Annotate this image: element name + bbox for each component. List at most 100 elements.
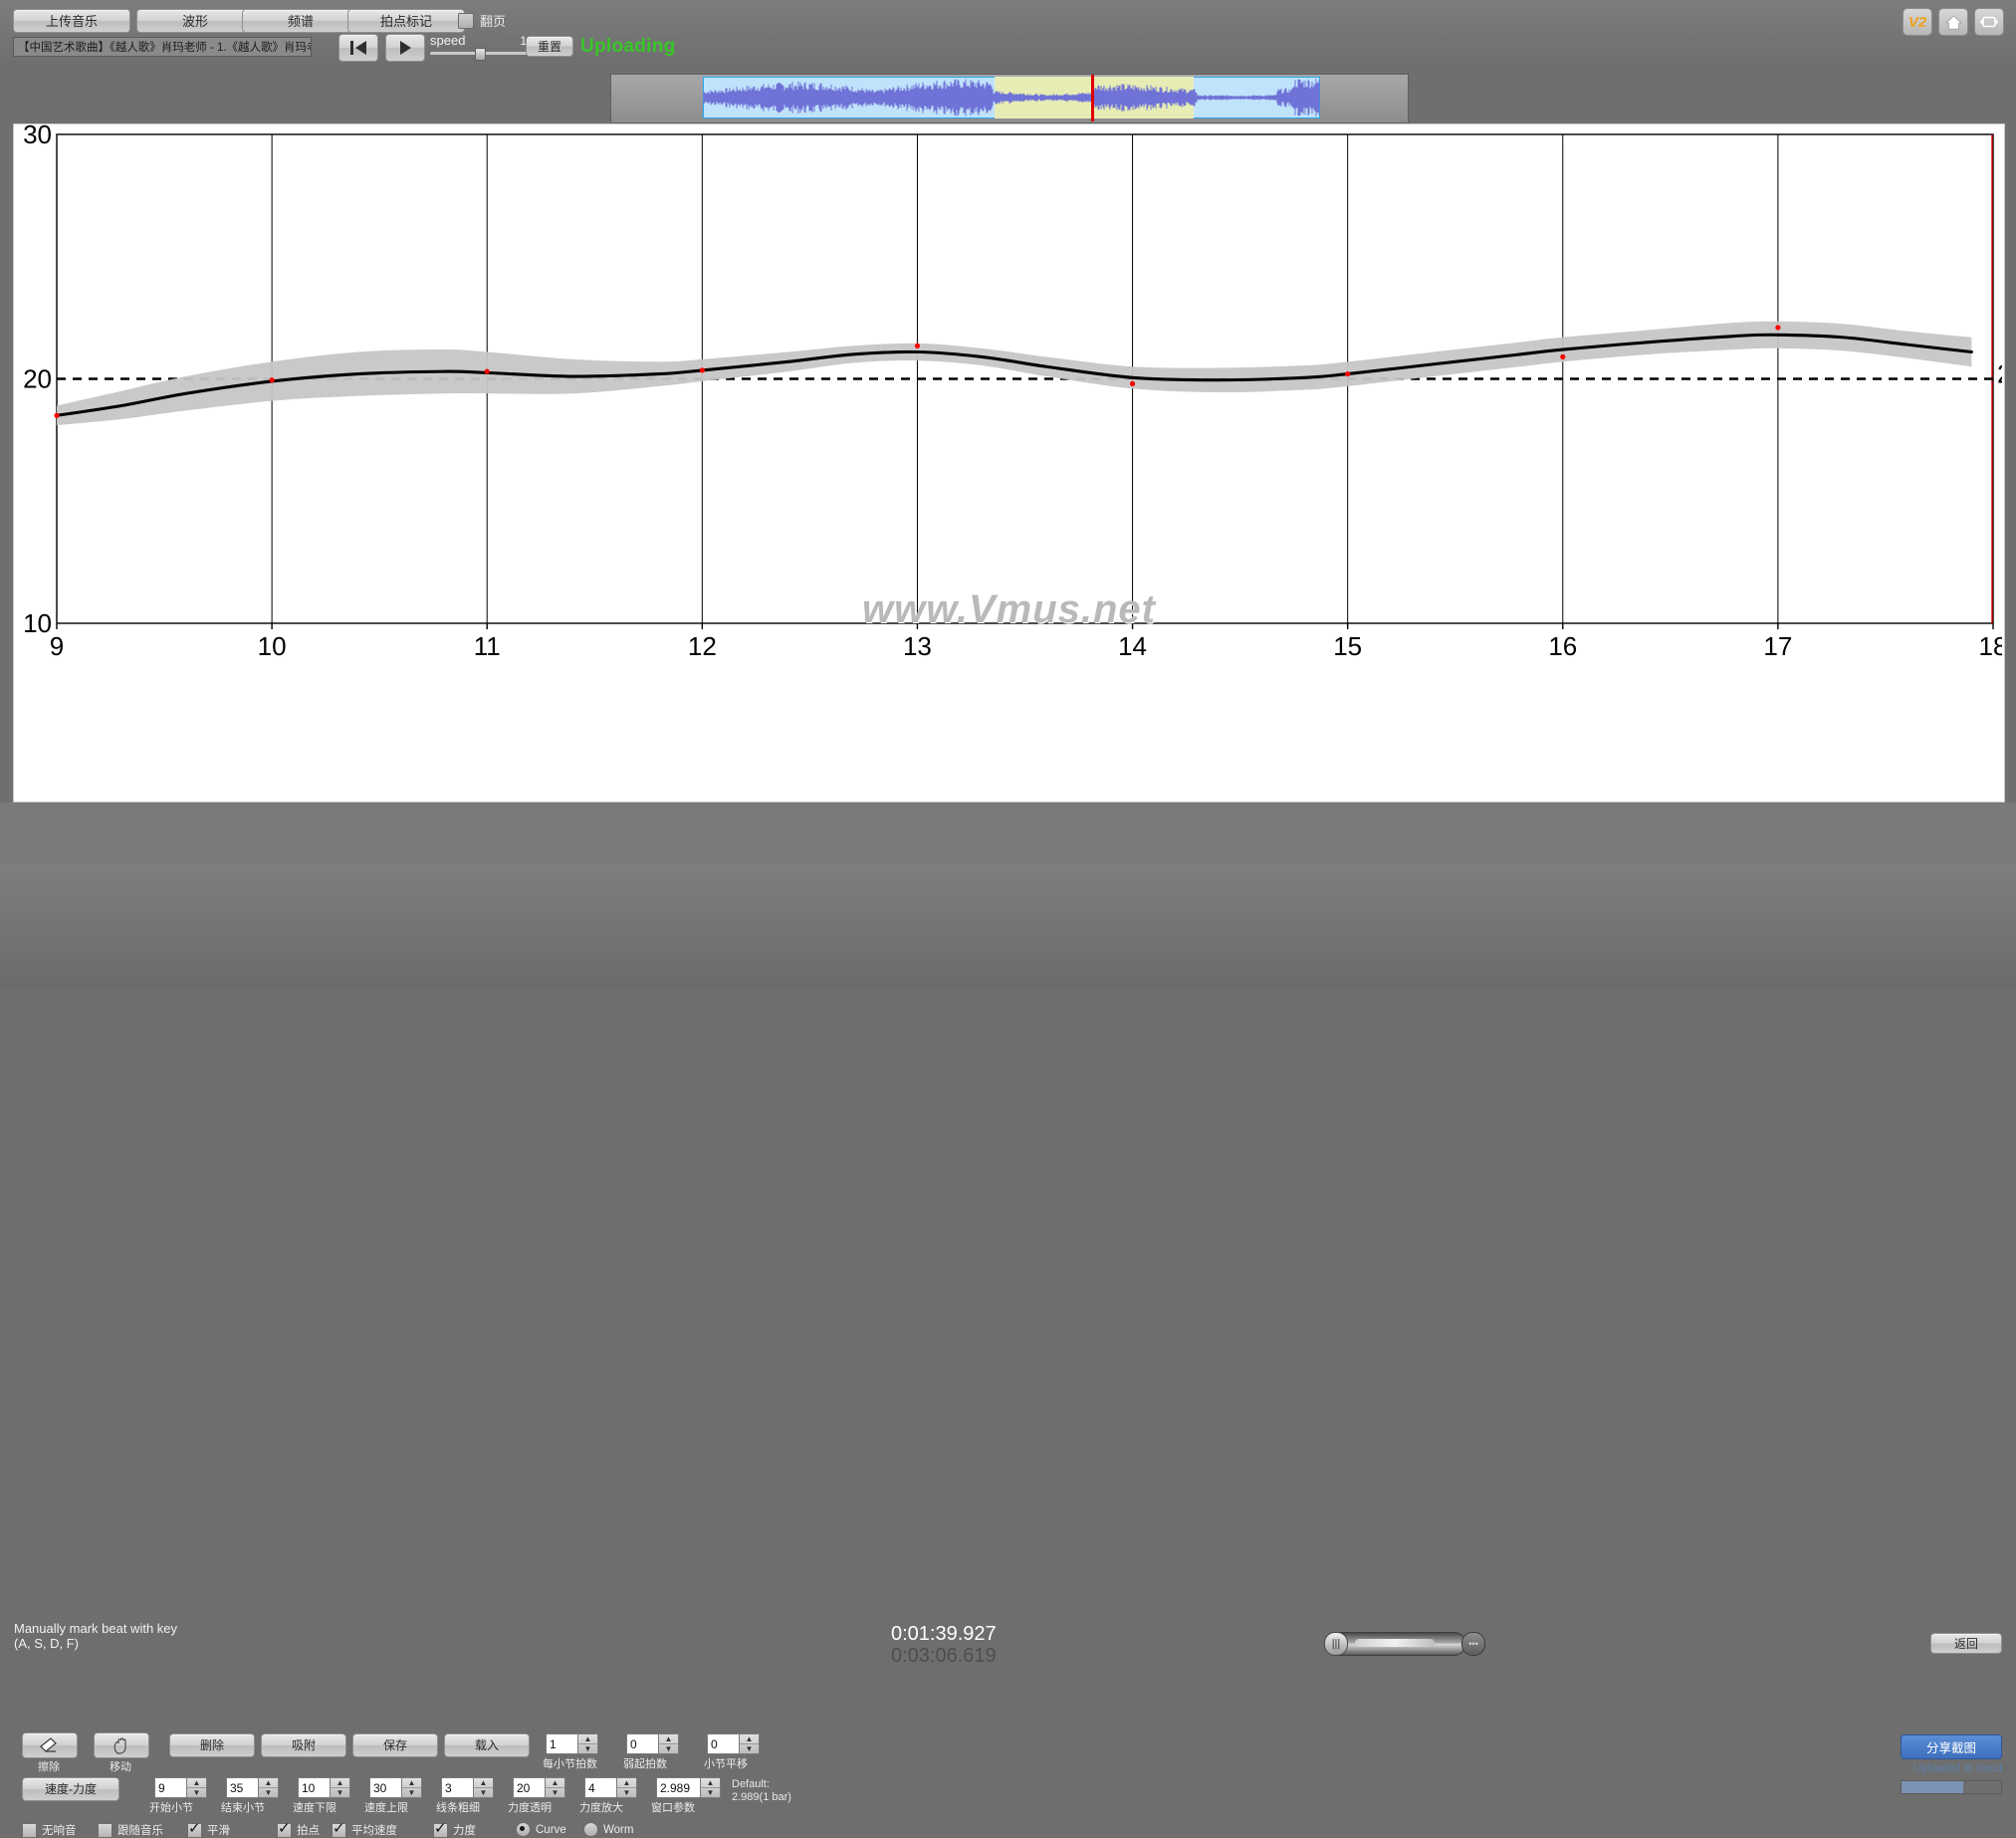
spinner-arrows[interactable]: ▲ ▼: [616, 1777, 637, 1798]
spinner-arrows[interactable]: ▲ ▼: [330, 1777, 350, 1798]
share-snapshot-button[interactable]: 分享截图: [1901, 1734, 2002, 1759]
overview-waveform[interactable]: [610, 74, 1409, 123]
spinner-value[interactable]: 30: [369, 1777, 401, 1798]
spinner-down-icon[interactable]: ▼: [331, 1788, 349, 1797]
waveform-button[interactable]: 波形: [136, 9, 254, 33]
spinner-力度放大[interactable]: 4 ▲ ▼: [584, 1777, 637, 1798]
spinner-开始小节[interactable]: 9 ▲ ▼: [154, 1777, 207, 1798]
top-toolbar: 上传音乐 波形 频谱 拍点标记 翻页 【中国艺术歌曲】《越人歌》肖玛老师 - 1…: [0, 0, 2016, 72]
spinner-down-icon[interactable]: ▼: [187, 1788, 206, 1797]
jog-wheel[interactable]: ||| •••: [1324, 1632, 1485, 1656]
spinner-up-icon[interactable]: ▲: [259, 1778, 278, 1788]
beat-marks-button[interactable]: 拍点标记: [347, 9, 465, 33]
spinner-arrows[interactable]: ▲ ▼: [658, 1733, 679, 1754]
spinner-down-icon[interactable]: ▼: [474, 1788, 493, 1797]
spinner-up-icon[interactable]: ▲: [331, 1778, 349, 1788]
spinner-value[interactable]: 9: [154, 1777, 186, 1798]
checkbox-平滑[interactable]: ✓ 平滑: [187, 1820, 230, 1838]
spinner-up-icon[interactable]: ▲: [402, 1778, 421, 1788]
fullscreen-icon[interactable]: [1974, 8, 2004, 36]
reset-button[interactable]: 重置: [526, 36, 573, 57]
spinner-up-icon[interactable]: ▲: [546, 1778, 564, 1788]
version-badge-icon[interactable]: V2: [1903, 8, 1932, 36]
tempo-dynamics-button[interactable]: 速度-力度: [22, 1777, 119, 1801]
load-button[interactable]: 载入: [444, 1733, 530, 1757]
snap-button[interactable]: 吸附: [261, 1733, 346, 1757]
spinner-value[interactable]: 1: [546, 1733, 577, 1754]
spinner-速度下限[interactable]: 10 ▲ ▼: [298, 1777, 350, 1798]
spinner-窗口参数[interactable]: 2.989 ▲ ▼: [656, 1777, 721, 1798]
spinner-arrows[interactable]: ▲ ▼: [545, 1777, 565, 1798]
spinner-value[interactable]: 0: [707, 1733, 739, 1754]
overview-playhead[interactable]: [1091, 75, 1094, 121]
radio-curve[interactable]: Curve: [516, 1822, 566, 1837]
jog-wheel-left-knob[interactable]: |||: [1324, 1632, 1348, 1656]
spinner-up-icon[interactable]: ▲: [701, 1778, 720, 1788]
spinner-速度上限[interactable]: 30 ▲ ▼: [369, 1777, 422, 1798]
spinner-label: 小节平移: [704, 1758, 748, 1770]
spinner-down-icon[interactable]: ▼: [740, 1744, 759, 1753]
upload-music-button[interactable]: 上传音乐: [13, 9, 130, 33]
spinner-down-icon[interactable]: ▼: [259, 1788, 278, 1797]
spinner-arrows[interactable]: ▲ ▼: [186, 1777, 207, 1798]
spinner-value[interactable]: 35: [226, 1777, 258, 1798]
spectrum-button[interactable]: 频谱: [242, 9, 359, 33]
spinner-线条粗细[interactable]: 3 ▲ ▼: [441, 1777, 494, 1798]
delete-button[interactable]: 删除: [169, 1733, 255, 1757]
spinner-arrows[interactable]: ▲ ▼: [700, 1777, 721, 1798]
spinner-arrows[interactable]: ▲ ▼: [739, 1733, 760, 1754]
page-turn-checkbox[interactable]: 翻页: [458, 11, 506, 30]
spinner-up-icon[interactable]: ▲: [578, 1734, 597, 1744]
back-button[interactable]: 返回: [1930, 1633, 2002, 1654]
move-tool-button[interactable]: [94, 1732, 149, 1758]
checkbox-label: 平均速度: [351, 1825, 397, 1837]
spinner-value[interactable]: 3: [441, 1777, 473, 1798]
spinner-up-icon[interactable]: ▲: [617, 1778, 636, 1788]
spinner-up-icon[interactable]: ▲: [659, 1734, 678, 1744]
save-button[interactable]: 保存: [352, 1733, 438, 1757]
spinner-value[interactable]: 2.989: [656, 1777, 700, 1798]
spinner-down-icon[interactable]: ▼: [617, 1788, 636, 1797]
spinner-每小节拍数[interactable]: 1 ▲ ▼: [546, 1733, 598, 1754]
speed-slider-knob[interactable]: [475, 48, 486, 61]
spinner-value[interactable]: 20: [513, 1777, 545, 1798]
spinner-小节平移[interactable]: 0 ▲ ▼: [707, 1733, 760, 1754]
checkbox-无响音[interactable]: 无响音: [22, 1822, 77, 1838]
spinner-arrows[interactable]: ▲ ▼: [258, 1777, 279, 1798]
spinner-up-icon[interactable]: ▲: [474, 1778, 493, 1788]
spinner-arrows[interactable]: ▲ ▼: [401, 1777, 422, 1798]
erase-tool-button[interactable]: [22, 1732, 78, 1758]
spinner-down-icon[interactable]: ▼: [659, 1744, 678, 1753]
spinner-up-icon[interactable]: ▲: [187, 1778, 206, 1788]
checkbox-拍点[interactable]: ✓ 拍点: [277, 1820, 320, 1838]
tempo-chart[interactable]: 10203020.29101112131415161718 www.Vmus.n…: [13, 123, 2005, 803]
spinner-结束小节[interactable]: 35 ▲ ▼: [226, 1777, 279, 1798]
checkbox-平均速度[interactable]: ✓ 平均速度: [332, 1820, 397, 1838]
play-button[interactable]: [385, 34, 425, 62]
spinner-力度透明[interactable]: 20 ▲ ▼: [513, 1777, 565, 1798]
spinner-up-icon[interactable]: ▲: [740, 1734, 759, 1744]
spinner-down-icon[interactable]: ▼: [701, 1788, 720, 1797]
spinner-value[interactable]: 4: [584, 1777, 616, 1798]
rewind-button[interactable]: [338, 34, 378, 62]
checkbox-跟随音乐[interactable]: 跟随音乐: [98, 1822, 163, 1838]
radio-worm[interactable]: Worm: [583, 1822, 633, 1837]
spinner-value[interactable]: 0: [626, 1733, 658, 1754]
jog-wheel-right-knob[interactable]: •••: [1461, 1632, 1485, 1656]
spinner-value[interactable]: 10: [298, 1777, 330, 1798]
home-icon[interactable]: [1938, 8, 1968, 36]
spinner-down-icon[interactable]: ▼: [402, 1788, 421, 1797]
song-title-field[interactable]: 【中国艺术歌曲】《越人歌》肖玛老师 - 1.《越人歌》肖玛老师: [13, 37, 312, 57]
svg-text:20: 20: [23, 364, 52, 394]
spinner-arrows[interactable]: ▲ ▼: [577, 1733, 598, 1754]
checkbox-力度[interactable]: ✓ 力度: [433, 1820, 476, 1838]
spinner-弱起拍数[interactable]: 0 ▲ ▼: [626, 1733, 679, 1754]
svg-text:10: 10: [23, 608, 52, 638]
default-window-note-line2: 2.989(1 bar): [732, 1791, 791, 1803]
spinner-arrows[interactable]: ▲ ▼: [473, 1777, 494, 1798]
speed-slider[interactable]: [430, 48, 535, 61]
spinner-down-icon[interactable]: ▼: [546, 1788, 564, 1797]
page-turn-checkbox-box: [458, 12, 474, 29]
keyboard-hint-line1: Manually mark beat with key: [14, 1621, 178, 1636]
spinner-down-icon[interactable]: ▼: [578, 1744, 597, 1753]
